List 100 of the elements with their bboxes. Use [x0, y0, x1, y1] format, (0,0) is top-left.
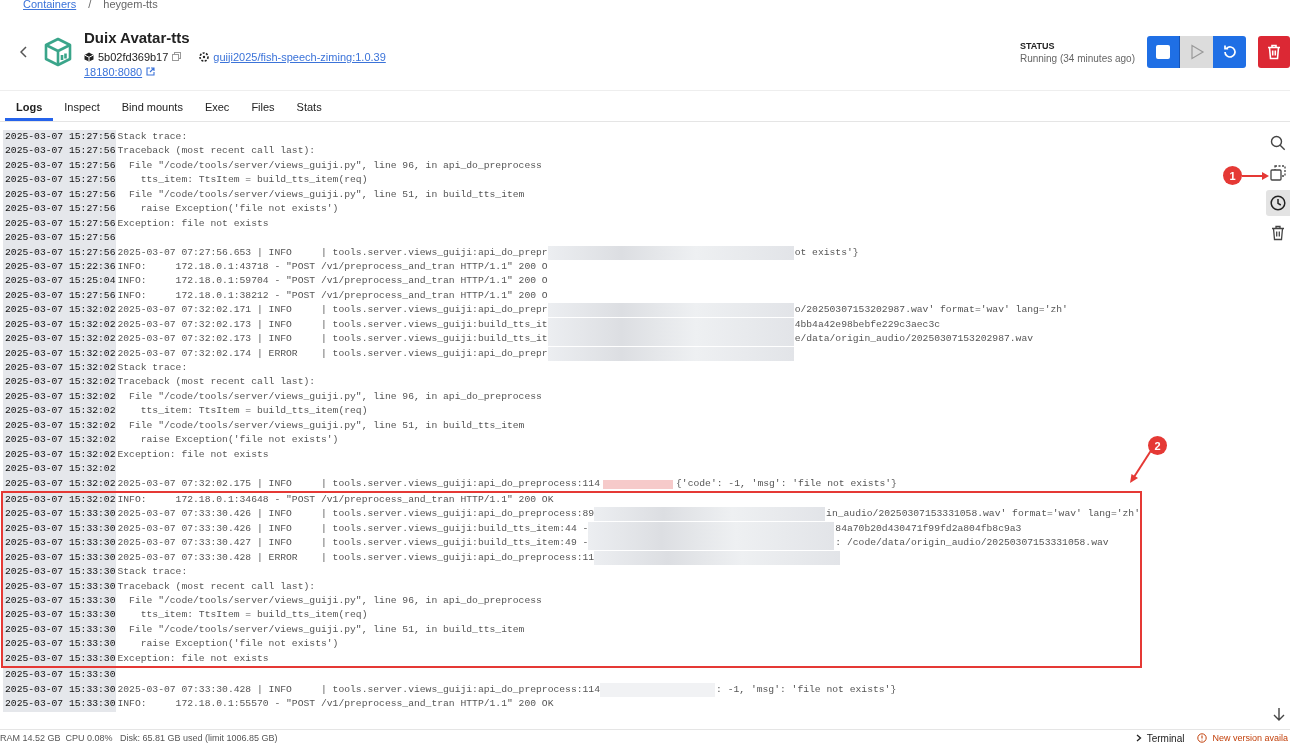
image-icon — [199, 51, 210, 62]
log-message: Stack trace: — [116, 130, 188, 144]
log-timestamp: 2025-03-07 15:25:04 — [3, 274, 117, 289]
log-message: raise Exception('file not exists') — [139, 637, 339, 652]
breadcrumb-current: heygem-tts — [103, 0, 158, 8]
stop-button[interactable] — [1147, 36, 1180, 68]
log-message: 2025-03-07 07:33:30.426 | INFO | tools.server.views_guiji:api_do_preprocess:89 — [116, 507, 595, 522]
log-timestamp: 2025-03-07 15:32:02 — [3, 361, 117, 376]
log-timestamp: 2025-03-07 15:32:02 — [3, 332, 117, 347]
log-timestamp: 2025-03-07 15:33:30 — [3, 608, 117, 623]
annotation-arrow — [1242, 170, 1270, 181]
annotation-badge: 2 — [1148, 436, 1167, 455]
tab[interactable]: Logs — [5, 91, 54, 121]
log-timestamp: 2025-03-07 15:33:30 — [3, 637, 117, 652]
clock-icon — [1270, 195, 1286, 211]
tab[interactable]: Bind mounts — [110, 91, 194, 121]
log-message: 2025-03-07 07:27:56.653 | INFO | tools.server.views_guiji:api_do_prepr — [116, 245, 548, 260]
restart-button[interactable] — [1213, 36, 1246, 68]
breadcrumb-separator: / — [88, 0, 92, 8]
log-timestamp: 2025-03-07 15:27:56 — [3, 173, 117, 188]
log-message: Stack trace: — [116, 565, 188, 580]
clock-button[interactable] — [1266, 190, 1290, 216]
log-timestamp: 2025-03-07 15:27:56 — [3, 130, 117, 145]
annotation-badge: 1 — [1223, 166, 1242, 185]
log-message: File "/code/tools/server/views_guiji.py", line 51, in build_tts_item — [128, 622, 525, 637]
log-timestamp: 2025-03-07 15:32:02 — [3, 462, 117, 477]
restart-icon — [1221, 44, 1238, 60]
log-timestamp: 2025-03-07 15:33:30 — [3, 565, 117, 580]
log-message: 2025-03-07 07:33:30.428 | INFO | tools.server.views_guiji:api_do_preprocess:114 — [116, 682, 600, 697]
log-message: : -1, 'msg': 'file not exists'} — [715, 682, 897, 697]
log-timestamp: 2025-03-07 15:32:02 — [3, 303, 117, 318]
log-message: tts_item: TtsItem = build_tts_item(req) — [139, 608, 368, 623]
log-message: 4bb4a42e98bebfe229c3aec3c — [793, 317, 940, 332]
box-icon — [84, 51, 94, 62]
stop-icon — [1155, 44, 1171, 60]
log-message: raise Exception('file not exists') — [139, 202, 339, 217]
redaction-block — [603, 479, 673, 489]
trash-icon — [1267, 44, 1281, 60]
chevron-icon — [1135, 734, 1142, 742]
cube-icon — [44, 37, 72, 67]
log-timestamp: 2025-03-07 15:33:30 — [3, 536, 117, 551]
tab[interactable]: Stats — [285, 91, 333, 121]
info-icon — [1197, 733, 1208, 743]
terminal-button[interactable]: Terminal — [1146, 732, 1185, 744]
log-timestamp: 2025-03-07 15:33:30 — [3, 594, 117, 609]
log-timestamp: 2025-03-07 15:27:56 — [3, 144, 117, 159]
log-timestamp: 2025-03-07 15:32:02 — [3, 433, 117, 448]
scroll-down-icon[interactable] — [1273, 707, 1285, 721]
log-message: File "/code/tools/server/views_guiji.py", line 96, in api_do_preprocess — [128, 158, 542, 173]
log-message: INFO: 172.18.0.1:38212 - "POST /v1/preprocess_and_tran HTTP/1.1" 200 O — [116, 288, 548, 303]
copy-icon — [1270, 165, 1286, 181]
log-message: Traceback (most recent call last): — [116, 579, 316, 594]
log-message: o/20250307153202987.wav' format='wav' lang='zh' — [793, 303, 1068, 318]
container-id: 5b02fd369b17 — [98, 50, 169, 63]
log-message: 2025-03-07 07:32:02.171 | INFO | tools.server.views_guiji:api_do_prepr — [116, 303, 548, 318]
log-message: tts_item: TtsItem = build_tts_item(req) — [139, 404, 368, 419]
log-message: 2025-03-07 07:32:02.173 | INFO | tools.server.views_guiji:build_tts_it — [116, 332, 548, 347]
image-link[interactable]: guiji2025/fish-speech-ziming:1.0.39 — [213, 50, 386, 63]
tab[interactable]: Files — [240, 91, 286, 121]
log-timestamp: 2025-03-07 15:32:02 — [3, 375, 117, 390]
log-timestamp: 2025-03-07 15:33:30 — [3, 668, 117, 683]
log-message: ot exists'} — [793, 245, 859, 260]
log-message: {'code': -1, 'msg': 'file not exists'} — [675, 476, 897, 491]
tab[interactable]: Exec — [193, 91, 241, 121]
port-link[interactable]: 18180:8080 — [84, 65, 143, 78]
log-message: Traceback (most recent call last): — [116, 144, 316, 159]
log-message: 2025-03-07 07:32:02.173 | INFO | tools.server.views_guiji:build_tts_it — [116, 317, 548, 332]
log-message: INFO: 172.18.0.1:59704 - "POST /v1/preprocess_and_tran HTTP/1.1" 200 O — [116, 274, 548, 289]
log-message: File "/code/tools/server/views_guiji.py", line 96, in api_do_preprocess — [128, 594, 542, 608]
log-message: Exception: file not exists — [116, 447, 269, 462]
log-message: INFO: 172.18.0.1:55570 - "POST /v1/preprocess_and_tran HTTP/1.1" 200 OK — [116, 697, 554, 712]
log-message: File "/code/tools/server/views_guiji.py", line 51, in build_tts_item — [128, 418, 525, 433]
search-icon — [1270, 135, 1286, 151]
log-timestamp: 2025-03-07 15:27:56 — [3, 202, 117, 217]
trash-icon — [1271, 225, 1285, 241]
status-value: Running (34 minutes ago) — [1019, 52, 1135, 64]
log-timestamp: 2025-03-07 15:32:02 — [3, 404, 117, 419]
log-message: File "/code/tools/server/views_guiji.py", line 96, in api_do_preprocess — [128, 389, 542, 404]
log-message: File "/code/tools/server/views_guiji.py", line 51, in build_tts_item — [128, 187, 525, 202]
breadcrumb-link[interactable]: Containers — [23, 0, 77, 8]
log-message: INFO: 172.18.0.1:34648 - "POST /v1/preprocess_and_tran HTTP/1.1" 200 OK — [116, 492, 554, 507]
external-link-icon[interactable] — [146, 67, 156, 76]
log-timestamp: 2025-03-07 15:33:30 — [3, 697, 117, 712]
log-message: 2025-03-07 07:33:30.428 | ERROR | tools.server.views_guiji:api_do_preprocess:11 — [116, 550, 595, 565]
delete-button[interactable] — [1258, 36, 1290, 68]
tab[interactable]: Inspect — [53, 91, 111, 121]
copy-icon[interactable] — [172, 52, 182, 61]
log-message: Exception: file not exists — [116, 651, 269, 666]
status-label: STATUS — [1019, 40, 1056, 51]
log-message: 2025-03-07 07:32:02.174 | ERROR | tools.server.views_guiji:api_do_prepr — [116, 346, 548, 361]
back-icon[interactable] — [20, 46, 28, 58]
log-timestamp: 2025-03-07 15:27:56 — [3, 231, 117, 246]
log-message: 2025-03-07 07:32:02.175 | INFO | tools.server.views_guiji:api_do_preprocess:114 — [116, 476, 600, 491]
log-timestamp: 2025-03-07 15:33:30 — [3, 507, 117, 522]
log-message: INFO: 172.18.0.1:43718 - "POST /v1/preprocess_and_tran HTTP/1.1" 200 O — [116, 259, 548, 274]
update-notice[interactable]: New version availa — [1212, 733, 1288, 743]
log-message: 84a70b20d430471f99fd2a804fb8c9a3 — [834, 521, 1022, 536]
log-message: 2025-03-07 07:33:30.427 | INFO | tools.server.views_guiji:build_tts_item:49 - — [116, 536, 589, 551]
log-message: Traceback (most recent call last): — [116, 375, 316, 390]
play-icon — [1188, 44, 1205, 60]
